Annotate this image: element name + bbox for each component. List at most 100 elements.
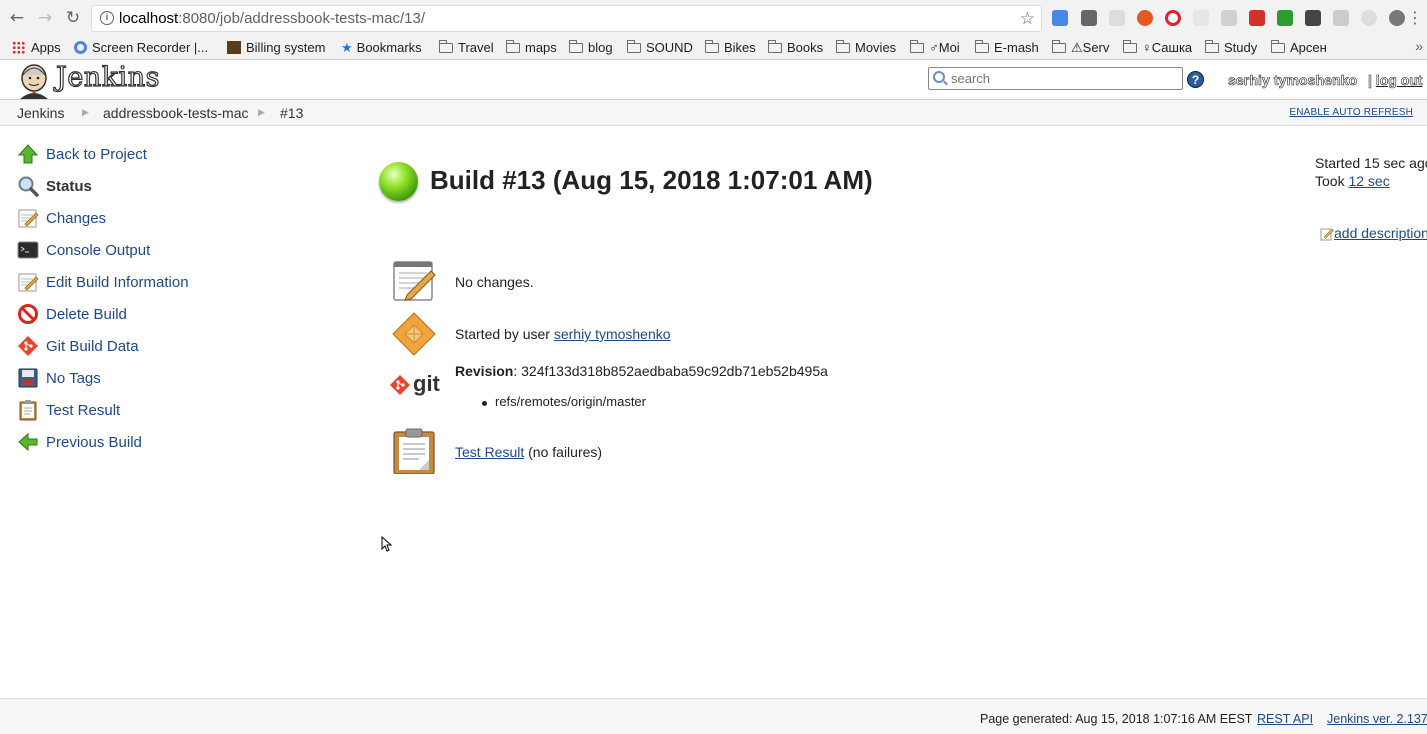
sidebar-item-label: Previous Build (46, 434, 142, 451)
selenium-extension-icon[interactable] (1305, 10, 1321, 26)
test-result-link[interactable]: Test Result (455, 444, 524, 460)
bookmark-label: Movies (855, 40, 897, 55)
extension-icon[interactable] (1389, 10, 1405, 26)
bookmark-label: Study (1224, 40, 1258, 55)
bookmark-folder[interactable]: SOUND (627, 38, 693, 57)
url-text[interactable]: localhost:8080/job/addressbook-tests-mac… (119, 10, 425, 27)
terminal-icon (17, 241, 39, 259)
browser-toolbar: ← → ↻ i localhost:8080/job/addressbook-t… (0, 0, 1427, 36)
bookmark-folder[interactable]: E-mash (975, 38, 1039, 57)
folder-icon (768, 40, 782, 53)
breadcrumb-job[interactable]: addressbook-tests-mac (103, 105, 249, 121)
logout-separator: | (1368, 72, 1373, 89)
search-box[interactable] (928, 67, 1183, 90)
jenkins-butler-logo-icon[interactable] (16, 63, 52, 99)
folder-icon (705, 40, 719, 53)
extension-icon[interactable] (1277, 10, 1293, 26)
bookmark-folder[interactable]: Арсен (1271, 38, 1327, 57)
jenkins-version-link[interactable]: Jenkins ver. 2.137 (1327, 712, 1427, 726)
star-icon: ★ (341, 40, 353, 55)
duration-link[interactable]: 12 sec (1348, 173, 1389, 189)
bookmark-folder[interactable]: Study (1205, 38, 1257, 57)
enable-auto-refresh-link[interactable]: ENABLE AUTO REFRESH (1289, 107, 1413, 118)
sidebar-item-label: Edit Build Information (46, 274, 189, 291)
build-duration: Took 12 sec (1315, 173, 1390, 189)
back-arrow-icon[interactable]: ← (7, 8, 27, 28)
sidebar-item-label: Back to Project (46, 146, 147, 163)
folder-icon (627, 40, 641, 53)
bookmark-folder[interactable]: maps (506, 38, 557, 57)
started-by-user-link[interactable]: serhiy tymoshenko (554, 326, 671, 342)
search-input[interactable] (951, 70, 1176, 87)
bookmark-folder[interactable]: blog (569, 38, 613, 57)
forward-arrow-icon[interactable]: → (35, 8, 55, 28)
bookmark-apps[interactable]: Apps (12, 38, 61, 57)
user-cause-icon (392, 312, 436, 356)
reload-icon[interactable]: ↻ (63, 8, 83, 28)
started-by-text: Started by user serhiy tymoshenko (455, 326, 671, 342)
more-bookmarks-icon[interactable]: » (1415, 38, 1423, 54)
add-description-label: add description (1334, 225, 1427, 241)
bookmark-folder[interactable]: ♀Сашка (1123, 38, 1192, 57)
extension-icon[interactable] (1137, 10, 1153, 26)
git-wordmark: git (413, 371, 440, 396)
bookmark-folder[interactable]: ♂Moi (910, 38, 960, 57)
logout-link[interactable]: | log out (1368, 72, 1423, 89)
git-icon (18, 336, 38, 356)
help-icon[interactable]: ? (1187, 71, 1204, 88)
extension-icon[interactable] (1193, 10, 1209, 26)
bookmark-folder[interactable]: Movies (836, 38, 896, 57)
bookmark-label: maps (525, 40, 557, 55)
clipboard-icon (393, 428, 435, 474)
took-prefix: Took (1315, 173, 1349, 189)
chevron-right-icon: ▶ (258, 107, 265, 117)
up-arrow-icon (17, 144, 39, 164)
sidebar-item-label: No Tags (46, 370, 101, 387)
info-icon[interactable]: i (100, 11, 114, 25)
rest-api-link[interactable]: REST API (1257, 712, 1313, 726)
extension-icon[interactable] (1109, 10, 1125, 26)
bookmark-billing-system[interactable]: Billing system (227, 38, 325, 57)
bookmark-label: Apps (31, 40, 61, 55)
bookmark-folder[interactable]: Books (768, 38, 823, 57)
extension-icon[interactable] (1333, 10, 1349, 26)
revision-text: Revision: 324f133d318b852aedbaba59c92db7… (455, 363, 828, 379)
jenkins-title[interactable]: Jenkins (55, 61, 160, 93)
add-description-link[interactable]: add description (1320, 225, 1427, 241)
browser-menu-icon[interactable]: ⋮ (1407, 8, 1423, 27)
sidebar-item-label: Git Build Data (46, 338, 139, 355)
revision-label: Revision (455, 363, 514, 379)
breadcrumb-build[interactable]: #13 (280, 105, 303, 121)
bookmark-folder[interactable]: Travel (439, 38, 494, 57)
left-arrow-icon (18, 432, 38, 452)
screen-recorder-icon (74, 41, 87, 54)
url-path: :8080/job/addressbook-tests-mac/13/ (178, 10, 426, 27)
user-link[interactable]: serhiy tymoshenko (1228, 72, 1358, 89)
billing-icon (227, 41, 241, 54)
bookmark-folder[interactable]: Bikes (705, 38, 756, 57)
branch-list-item: refs/remotes/origin/master (482, 394, 646, 409)
bookmark-screen-recorder[interactable]: Screen Recorder |... (74, 38, 208, 57)
bookmark-label: Bookmarks (356, 40, 422, 55)
page-title: Build #13 (Aug 15, 2018 1:07:01 AM) (430, 165, 873, 195)
test-result-text: Test Result (no failures) (455, 444, 602, 460)
extension-icon[interactable] (1361, 10, 1377, 26)
bookmark-label: ♀Сашка (1142, 40, 1193, 55)
revision-hash: : 324f133d318b852aedbaba59c92db71eb52b49… (513, 363, 828, 379)
breadcrumb-jenkins[interactable]: Jenkins (17, 105, 64, 121)
translate-extension-icon[interactable] (1052, 10, 1068, 26)
bookmark-label: SOUND (646, 40, 693, 55)
bookmark-star-icon[interactable]: ☆ (1020, 9, 1035, 29)
bookmark-label: Screen Recorder |... (92, 40, 209, 55)
extension-icon[interactable] (1221, 10, 1237, 26)
folder-icon (1052, 40, 1066, 53)
address-bar[interactable]: i localhost:8080/job/addressbook-tests-m… (91, 5, 1042, 32)
folder-icon (1271, 40, 1285, 53)
bookmark-label: Арсен (1290, 40, 1327, 55)
recorder-extension-icon[interactable] (1249, 10, 1265, 26)
bookmark-folder[interactable]: ⚠Serv (1052, 38, 1109, 57)
footer: Page generated: Aug 15, 2018 1:07:16 AM … (0, 698, 1427, 734)
bookmark-bookmarks[interactable]: ★ Bookmarks (341, 38, 422, 57)
opera-extension-icon[interactable] (1165, 10, 1181, 26)
extension-icon[interactable] (1081, 10, 1097, 26)
